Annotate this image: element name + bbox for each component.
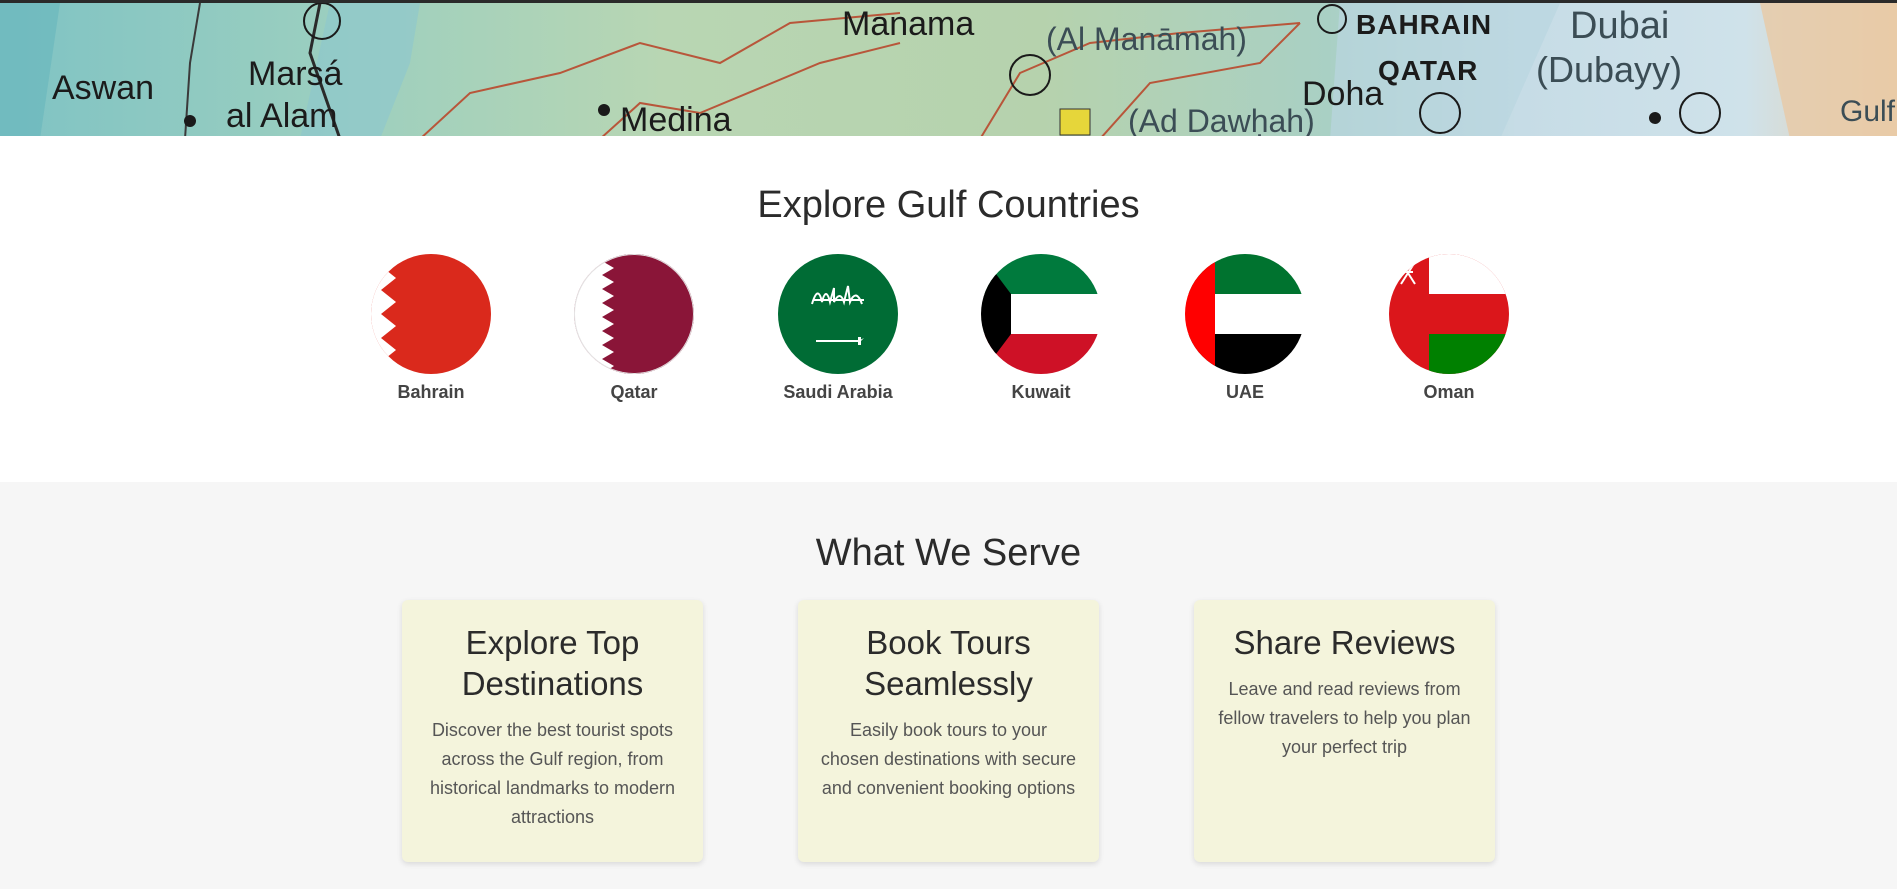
- service-card-reviews[interactable]: Share Reviews Leave and read reviews fro…: [1194, 600, 1495, 862]
- country-qatar[interactable]: Qatar: [564, 254, 704, 403]
- map-label-marsa: Marsá: [248, 55, 343, 93]
- country-oman[interactable]: Oman: [1379, 254, 1519, 403]
- oman-flag-icon[interactable]: [1389, 254, 1509, 374]
- map-label-qatar: QATAR: [1378, 55, 1479, 86]
- country-uae[interactable]: UAE: [1175, 254, 1315, 403]
- service-card-text: Discover the best tourist spots across t…: [429, 720, 676, 827]
- serve-section: What We Serve Explore Top Destinations D…: [0, 482, 1897, 889]
- country-flag-list: Bahrain Qatar Saudi Arabia Kuwait UAE Om…: [371, 254, 1519, 414]
- saudi-flag-icon[interactable]: [778, 254, 898, 374]
- service-card-booking[interactable]: Book Tours Seamlessly Easily book tours …: [798, 600, 1099, 862]
- service-card-title: Book Tours Seamlessly: [864, 624, 1033, 702]
- explore-title: Explore Gulf Countries: [757, 184, 1140, 226]
- map-label-bahrain: BAHRAIN: [1356, 9, 1493, 40]
- country-saudi-arabia[interactable]: Saudi Arabia: [768, 254, 908, 403]
- country-name[interactable]: Saudi Arabia: [768, 382, 908, 403]
- country-bahrain[interactable]: Bahrain: [361, 254, 501, 403]
- country-kuwait[interactable]: Kuwait: [971, 254, 1111, 403]
- service-card-text: Leave and read reviews from fellow trave…: [1218, 679, 1471, 757]
- country-name[interactable]: Kuwait: [971, 382, 1111, 403]
- map-label-dubayy: (Dubayy): [1536, 49, 1683, 90]
- map-label-medina: Medina: [620, 101, 732, 136]
- map-label-manama: Manama: [842, 5, 975, 43]
- service-card-title: Explore Top Destinations: [461, 624, 644, 702]
- qatar-flag-icon[interactable]: [574, 254, 694, 374]
- uae-flag-icon[interactable]: [1185, 254, 1305, 374]
- explore-section: Explore Gulf Countries Bahrain Qatar Sau…: [0, 136, 1897, 482]
- service-card-title: Share Reviews: [1233, 624, 1456, 661]
- bahrain-flag-icon[interactable]: [371, 254, 491, 374]
- kuwait-flag-icon[interactable]: [981, 254, 1101, 374]
- country-name[interactable]: Bahrain: [361, 382, 501, 403]
- service-card-destinations[interactable]: Explore Top Destinations Discover the be…: [402, 600, 703, 862]
- country-name[interactable]: Oman: [1379, 382, 1519, 403]
- service-card-text: Easily book tours to your chosen destina…: [820, 720, 1077, 798]
- map-label-ad-dawhah: (Ad Dawḥah): [1128, 103, 1315, 136]
- hero-map-banner: Aswan Marsá al Alam Manama (Al Manāmah) …: [0, 0, 1897, 136]
- map-label-gulf: Gulf: [1840, 95, 1896, 128]
- map-label-dubai: Dubai: [1570, 5, 1670, 47]
- serve-title: What We Serve: [815, 532, 1082, 574]
- country-name[interactable]: Qatar: [564, 382, 704, 403]
- country-name[interactable]: UAE: [1175, 382, 1315, 403]
- map-label-aswan: Aswan: [52, 69, 155, 107]
- map-label-al-alam: al Alam: [226, 97, 338, 135]
- map-label-al-manamah: (Al Manāmah): [1046, 21, 1247, 57]
